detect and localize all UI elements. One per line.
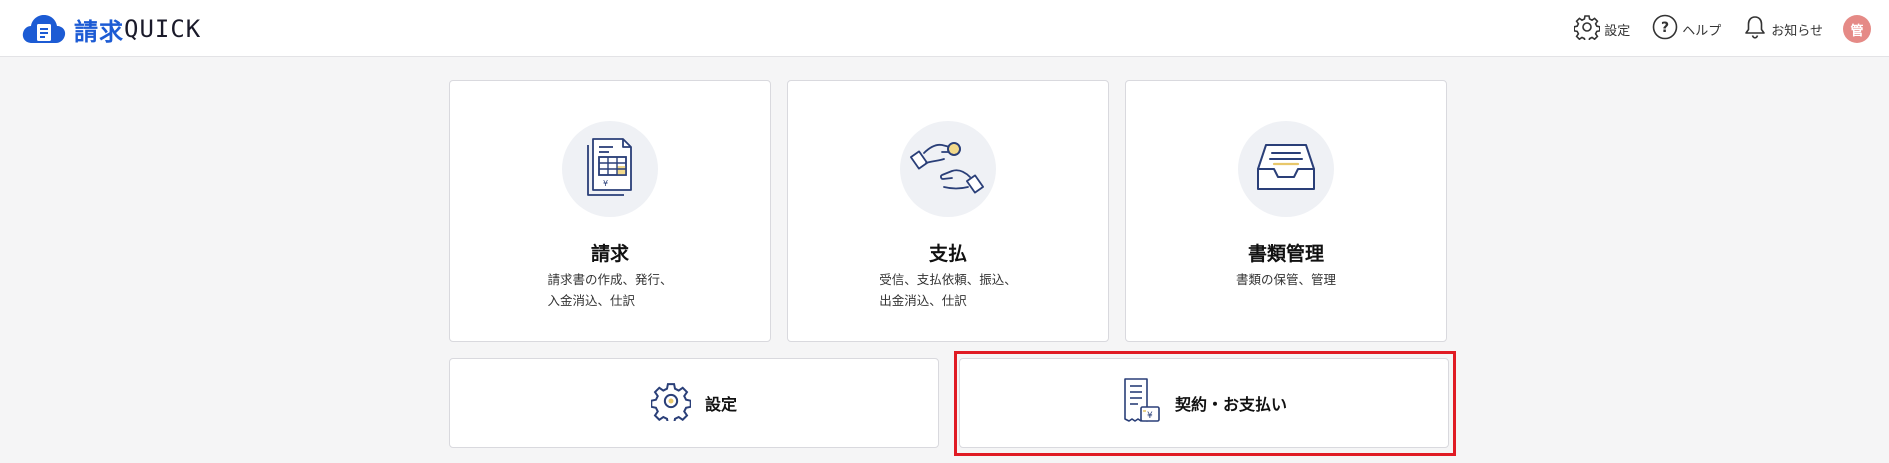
cloud-document-logo-icon bbox=[22, 13, 66, 45]
contract-payment-card-label: 契約・お支払い bbox=[1174, 395, 1287, 414]
invoice-card[interactable]: ¥ 請求 請求書の作成、発行、 入金消込、仕訳 bbox=[449, 80, 771, 342]
payment-card-description: 受信、支払依頼、振込、 出金消込、仕訳 bbox=[788, 269, 1108, 311]
document-card-description: 書類の保管、管理 bbox=[1126, 269, 1446, 290]
payment-hands-icon bbox=[908, 131, 988, 207]
document-desc-line-1: 書類の保管、管理 bbox=[1235, 272, 1336, 287]
settings-card[interactable]: 設定 bbox=[449, 358, 939, 448]
invoice-icon-circle: ¥ bbox=[562, 121, 658, 217]
header-notifications-label: お知らせ bbox=[1771, 23, 1823, 39]
bell-icon bbox=[1743, 14, 1767, 44]
document-card-title: 書類管理 bbox=[1247, 243, 1324, 265]
payment-desc-line-2: 出金消込、仕訳 bbox=[879, 293, 967, 308]
invoice-card-description: 請求書の作成、発行、 入金消込、仕訳 bbox=[450, 269, 770, 311]
payment-card[interactable]: 支払 受信、支払依頼、振込、 出金消込、仕訳 bbox=[787, 80, 1109, 342]
contract-receipt-icon: ¥ bbox=[1121, 377, 1161, 429]
logo-text-latin: QUICK bbox=[124, 15, 202, 43]
logo-text-kanji: 請求 bbox=[74, 17, 124, 46]
header-nav: 設定 ? ヘルプ お知らせ 管 bbox=[1552, 14, 1871, 44]
invoice-desc-line-2: 入金消込、仕訳 bbox=[547, 293, 635, 308]
header-notifications-link[interactable]: お知らせ bbox=[1743, 14, 1823, 44]
gear-icon bbox=[1573, 14, 1601, 44]
payment-icon-circle bbox=[900, 121, 996, 217]
header-settings-label: 設定 bbox=[1604, 23, 1631, 39]
document-icon-circle bbox=[1238, 121, 1334, 217]
user-avatar[interactable]: 管 bbox=[1843, 15, 1871, 43]
svg-text:?: ? bbox=[1661, 20, 1669, 36]
settings-card-label: 設定 bbox=[704, 395, 737, 414]
header-help-label: ヘルプ bbox=[1682, 23, 1722, 39]
document-management-card[interactable]: 書類管理 書類の保管、管理 bbox=[1125, 80, 1447, 342]
document-tray-icon bbox=[1254, 139, 1318, 199]
invoice-document-icon: ¥ bbox=[580, 135, 640, 203]
app-logo[interactable]: 請求 QUICK bbox=[22, 12, 201, 46]
payment-desc-line-1: 受信、支払依頼、振込、 bbox=[879, 272, 1017, 287]
invoice-card-title: 請求 bbox=[590, 243, 629, 265]
header-help-link[interactable]: ? ヘルプ bbox=[1652, 14, 1721, 44]
invoice-desc-line-1: 請求書の作成、発行、 bbox=[547, 272, 673, 287]
payment-card-title: 支払 bbox=[928, 243, 967, 265]
svg-text:¥: ¥ bbox=[603, 179, 608, 188]
gear-icon bbox=[650, 381, 692, 425]
question-circle-icon: ? bbox=[1652, 14, 1678, 44]
header-settings-link[interactable]: 設定 bbox=[1573, 14, 1631, 44]
contract-payment-card[interactable]: ¥ 契約・お支払い bbox=[959, 358, 1449, 448]
app-header: 請求 QUICK 設定 ? ヘルプ お知らせ 管 bbox=[0, 0, 1889, 57]
svg-text:¥: ¥ bbox=[1147, 411, 1153, 421]
